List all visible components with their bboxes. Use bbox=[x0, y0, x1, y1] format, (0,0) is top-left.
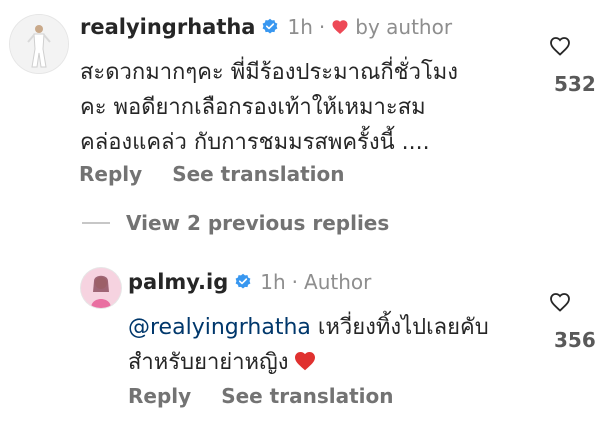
reply-username[interactable]: palmy.ig bbox=[128, 270, 228, 294]
view-previous-replies[interactable]: View 2 previous replies bbox=[82, 211, 389, 235]
heart-filled-icon bbox=[332, 20, 348, 34]
comment-text: สะดวกมากๆคะ พี่มีร้องประมาณกี่ชั่วโมง คะ… bbox=[80, 55, 520, 160]
avatar[interactable] bbox=[10, 15, 68, 73]
see-translation-button[interactable]: See translation bbox=[172, 162, 344, 186]
reply-text-line2: สำหรับยาย่าหญิง bbox=[128, 350, 289, 375]
view-replies-label[interactable]: View 2 previous replies bbox=[126, 211, 389, 235]
mention-link[interactable]: @realyingrhatha bbox=[128, 315, 311, 340]
reply-text-rest: เหวี่ยงทิ้งไปเลยคับ bbox=[310, 315, 489, 340]
avatar-photo bbox=[10, 15, 68, 73]
comment-actions: Reply See translation bbox=[79, 162, 375, 186]
comment-text-line: คล่องแคล่ว กับการชมมรสพครั้งนี้ .... bbox=[80, 130, 430, 155]
like-count: 532 bbox=[554, 72, 596, 96]
verified-badge-icon bbox=[235, 273, 251, 289]
like-count: 356 bbox=[554, 328, 596, 352]
verified-badge-icon bbox=[263, 18, 278, 34]
reply-avatar[interactable] bbox=[81, 268, 121, 308]
comment-header: realyingrhatha 1h · by author bbox=[80, 15, 452, 39]
liked-by-author-label: by author bbox=[355, 15, 453, 39]
reply-button[interactable]: Reply bbox=[128, 384, 191, 408]
reply-header: palmy.ig 1h · Author bbox=[128, 270, 371, 294]
author-label: Author bbox=[304, 270, 372, 294]
separator-dot: · bbox=[318, 15, 326, 39]
comment-text-line: คะ พอดียากเลือกรองเท้าให้เหมาะสม bbox=[80, 95, 426, 120]
see-translation-button[interactable]: See translation bbox=[221, 384, 393, 408]
reply-button[interactable]: Reply bbox=[79, 162, 142, 186]
heart-outline-icon[interactable] bbox=[548, 34, 572, 58]
reply-text-line: สำหรับยาย่าหญิง bbox=[128, 345, 528, 380]
divider-line bbox=[82, 222, 110, 224]
comment-text-line: สะดวกมากๆคะ พี่มีร้องประมาณกี่ชั่วโมง bbox=[80, 60, 459, 85]
separator-dot: · bbox=[291, 270, 299, 294]
heart-outline-icon[interactable] bbox=[548, 290, 572, 314]
reply-actions: Reply See translation bbox=[128, 384, 424, 408]
red-heart-emoji-icon bbox=[294, 352, 315, 371]
avatar-photo bbox=[81, 268, 121, 308]
like-column: 532 bbox=[530, 34, 596, 96]
comment-username[interactable]: realyingrhatha bbox=[80, 15, 255, 39]
reply-text: @realyingrhatha เหวี่ยงทิ้งไปเลยคับ สำหร… bbox=[128, 310, 528, 380]
reply-time: 1h bbox=[260, 270, 286, 294]
comment-time: 1h bbox=[287, 15, 313, 39]
reply-text-line: @realyingrhatha เหวี่ยงทิ้งไปเลยคับ bbox=[128, 310, 528, 345]
like-column: 356 bbox=[530, 290, 596, 352]
